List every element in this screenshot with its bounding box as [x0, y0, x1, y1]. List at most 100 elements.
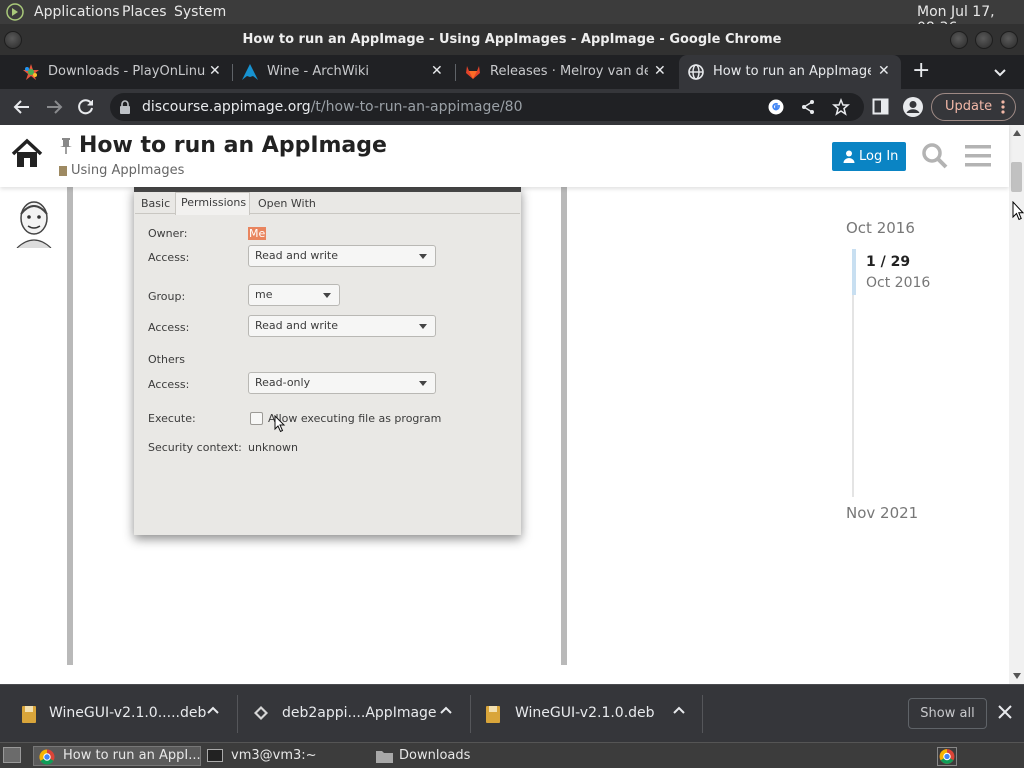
system-menu[interactable]: System — [174, 4, 226, 20]
owner-access-dropdown[interactable]: Read and write — [248, 245, 436, 267]
dialog-tab-basic[interactable]: Basic — [141, 197, 170, 210]
new-tab-plus-icon[interactable]: + — [912, 60, 930, 82]
execute-checkbox[interactable] — [250, 412, 263, 425]
forward-arrow-icon[interactable] — [44, 97, 64, 117]
dropdown-arrow-icon — [419, 324, 427, 329]
download-item[interactable]: deb2appi....AppImage — [238, 685, 470, 742]
tab-playonlinux[interactable]: Downloads - PlayOnLinux - ✕ — [4, 55, 230, 89]
others-access-dropdown[interactable]: Read-only — [248, 372, 436, 394]
bookmark-star-icon[interactable] — [832, 98, 850, 116]
download-options-chevron-icon[interactable] — [203, 701, 223, 721]
search-icon[interactable] — [921, 142, 949, 170]
scroll-down-arrow-icon[interactable] — [1013, 673, 1021, 679]
address-bar[interactable]: discourse.appimage.org/t/how-to-run-an-a… — [110, 93, 864, 121]
lock-icon[interactable] — [119, 100, 131, 114]
close-tab-icon[interactable]: ✕ — [878, 63, 890, 79]
close-tab-icon[interactable]: ✕ — [431, 63, 443, 79]
minimize-icon[interactable] — [950, 31, 968, 49]
owner-access-label: Access: — [148, 251, 190, 264]
download-options-chevron-icon[interactable] — [436, 701, 456, 721]
owner-value[interactable]: Me — [248, 227, 267, 240]
taskbar-item-files[interactable]: Downloads — [372, 746, 538, 766]
hamburger-menu-icon[interactable] — [965, 144, 991, 168]
mouse-pointer-icon — [1012, 201, 1024, 221]
author-avatar[interactable] — [13, 196, 55, 248]
tab-archwiki[interactable]: Wine - ArchWiki ✕ — [233, 55, 455, 89]
dropdown-arrow-icon — [323, 293, 331, 298]
download-item[interactable]: WineGUI-v2.1.0.....deb — [0, 685, 237, 742]
tab-search-chevron-icon[interactable] — [992, 64, 1008, 80]
download-item[interactable]: WineGUI-v2.1.0.deb — [464, 685, 702, 742]
package-file-icon — [486, 706, 500, 723]
places-menu[interactable]: Places — [122, 4, 167, 20]
more-menu-icon[interactable] — [1001, 100, 1005, 114]
tab-title: Releases · Melroy van den B — [490, 64, 648, 79]
execute-checkbox-label[interactable]: Allow executing file as program — [268, 412, 441, 425]
user-icon — [843, 150, 855, 163]
others-label: Others — [148, 353, 185, 366]
security-context-value: unknown — [248, 441, 298, 454]
tab-appimage-active[interactable]: How to run an AppImage - U ✕ — [679, 55, 901, 89]
topic-title[interactable]: How to run an AppImage — [79, 133, 387, 158]
taskbar-item-label: Downloads — [399, 748, 471, 763]
group-label: Group: — [148, 290, 186, 303]
download-shelf: WineGUI-v2.1.0.....deb deb2appi....AppIm… — [0, 684, 1024, 742]
login-button[interactable]: Log In — [832, 142, 906, 171]
download-divider — [702, 695, 703, 733]
appimage-file-icon — [253, 705, 269, 721]
back-arrow-icon[interactable] — [12, 97, 32, 117]
permissions-dialog-image[interactable]: Basic Permissions Open With Owner: Me Ac… — [134, 187, 521, 535]
group-dropdown[interactable]: me — [248, 284, 340, 306]
close-window-icon[interactable] — [1000, 31, 1018, 49]
tab-gitlab-releases[interactable]: Releases · Melroy van den B ✕ — [456, 55, 678, 89]
update-button[interactable]: Update — [931, 93, 1016, 121]
archlinux-icon — [241, 63, 259, 81]
taskbar-item-chrome[interactable]: How to run an AppI... — [33, 746, 201, 766]
window-menu-icon[interactable] — [4, 31, 22, 49]
group-access-dropdown[interactable]: Read and write — [248, 315, 436, 337]
profile-avatar-icon[interactable] — [902, 96, 924, 118]
dialog-tab-permissions[interactable]: Permissions — [181, 196, 246, 209]
window-title-bar[interactable]: How to run an AppImage - Using AppImages… — [0, 24, 1024, 55]
timeline-start-date[interactable]: Oct 2016 — [846, 219, 915, 237]
download-options-chevron-icon[interactable] — [669, 701, 689, 721]
applications-menu[interactable]: Applications — [34, 4, 120, 20]
timeline-position: 1 / 29 — [866, 254, 911, 270]
show-all-downloads-button[interactable]: Show all — [908, 698, 987, 729]
owner-access-value: Read and write — [255, 249, 338, 262]
group-value: me — [255, 288, 273, 301]
top-panel: Applications Places System Mon Jul 17, 0… — [0, 0, 1024, 36]
taskbar-item-terminal[interactable]: vm3@vm3:~ — [203, 746, 369, 766]
workspace-switcher-chrome-icon[interactable] — [937, 747, 957, 766]
close-tab-icon[interactable]: ✕ — [209, 63, 221, 79]
chrome-icon — [39, 749, 55, 765]
login-label: Log In — [859, 149, 899, 164]
dropdown-arrow-icon — [419, 381, 427, 386]
group-access-value: Read and write — [255, 319, 338, 332]
reload-icon[interactable] — [76, 97, 96, 117]
home-icon[interactable] — [10, 137, 44, 171]
scrollbar-thumb[interactable] — [1011, 162, 1022, 192]
side-panel-icon[interactable] — [872, 98, 889, 115]
show-desktop-icon[interactable] — [3, 747, 21, 763]
download-filename: WineGUI-v2.1.0.deb — [515, 705, 655, 721]
window-title: How to run an AppImage - Using AppImages… — [242, 32, 782, 47]
maximize-icon[interactable] — [975, 31, 993, 49]
scroll-up-arrow-icon[interactable] — [1013, 130, 1021, 136]
dialog-tab-open-with[interactable]: Open With — [258, 197, 316, 210]
share-icon[interactable] — [800, 99, 816, 115]
others-access-label: Access: — [148, 378, 190, 391]
execute-label: Execute: — [148, 412, 196, 425]
gnome-foot-icon[interactable] — [6, 3, 24, 21]
pin-icon — [59, 138, 73, 154]
timeline-scroll-handle[interactable] — [852, 249, 856, 295]
close-tab-icon[interactable]: ✕ — [654, 63, 666, 79]
google-lens-icon[interactable] — [767, 98, 785, 116]
download-filename: WineGUI-v2.1.0.....deb — [49, 705, 207, 721]
category-badge — [59, 166, 67, 176]
taskbar-item-label: How to run an AppI... — [63, 748, 201, 763]
timeline-end-date[interactable]: Nov 2021 — [846, 504, 918, 522]
security-context-label: Security context: — [148, 441, 242, 454]
category-link[interactable]: Using AppImages — [71, 163, 184, 178]
close-shelf-icon[interactable] — [998, 705, 1012, 719]
